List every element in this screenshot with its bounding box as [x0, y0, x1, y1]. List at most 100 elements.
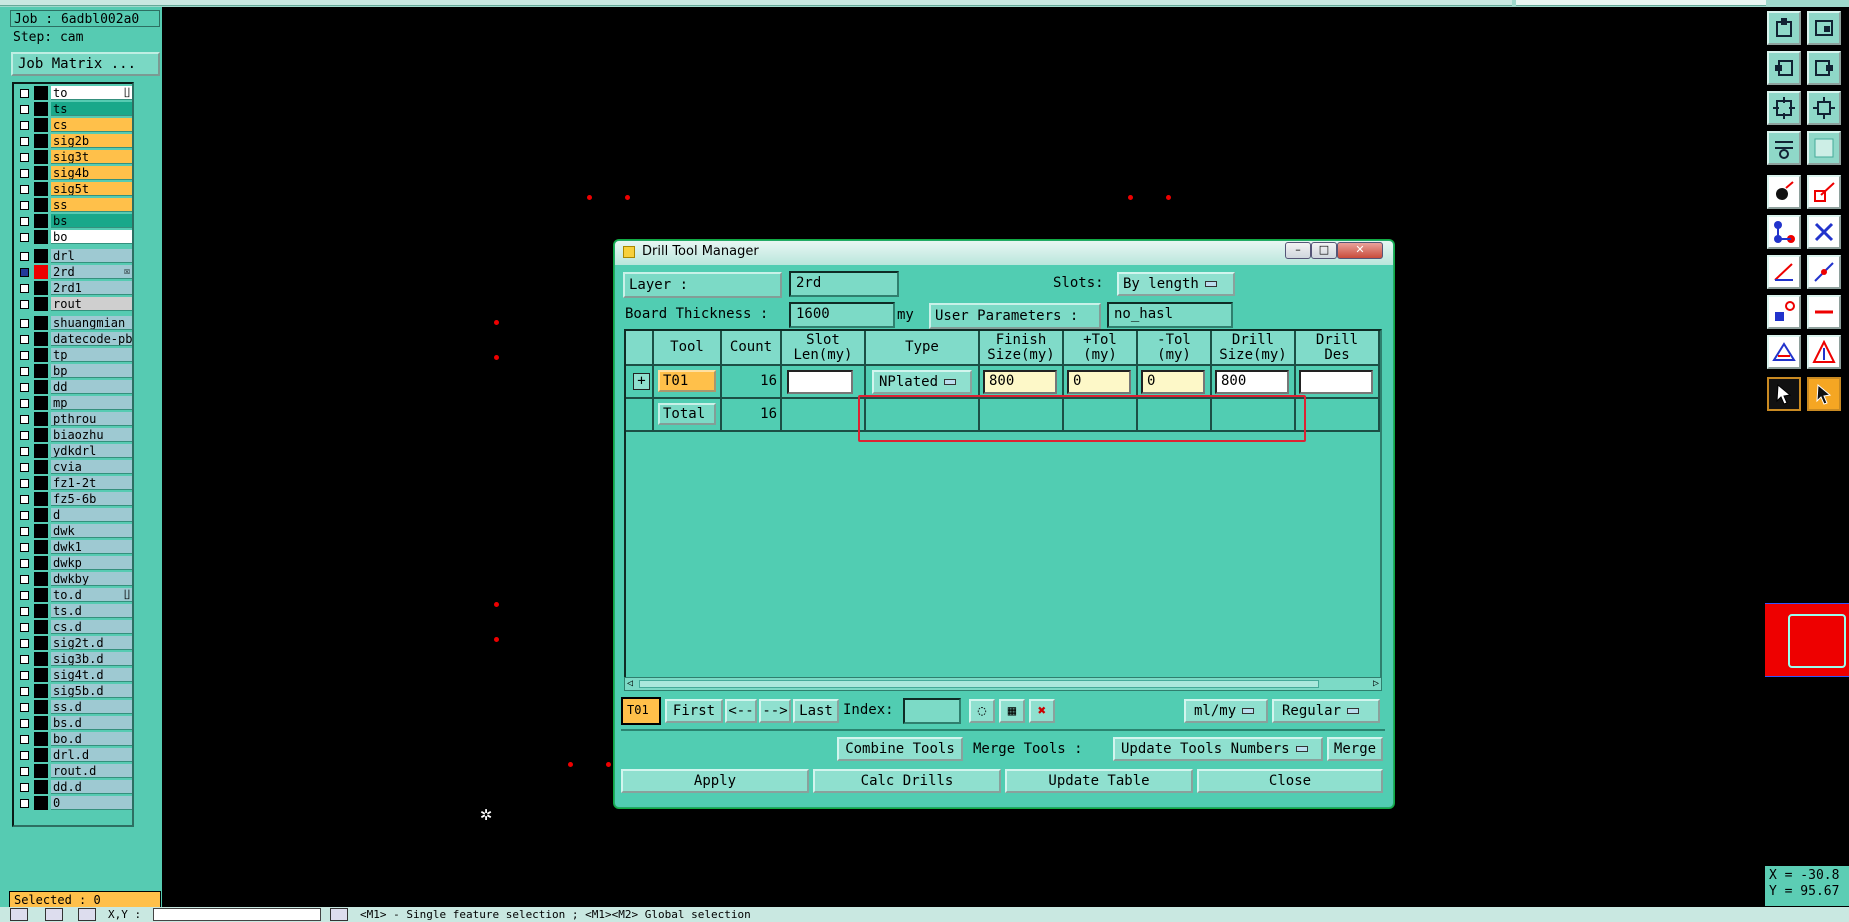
layer-checkbox[interactable] — [20, 511, 29, 520]
layer-name[interactable]: cs.d — [51, 620, 132, 634]
select-pointer-icon[interactable] — [1807, 377, 1841, 411]
layer-checkbox[interactable] — [20, 479, 29, 488]
layer-row[interactable]: to ∐ — [16, 86, 132, 100]
measure-icon[interactable] — [1767, 131, 1801, 165]
close-button[interactable]: Close — [1197, 769, 1383, 793]
last-button[interactable]: Last — [793, 699, 839, 723]
layer-name[interactable]: dwk — [51, 524, 132, 538]
layer-name[interactable]: sig3b.d — [51, 652, 132, 666]
layer-name[interactable]: sig4b — [51, 166, 132, 180]
layer-name[interactable]: sig3t — [51, 150, 132, 164]
top-scrollbar[interactable] — [0, 0, 1512, 6]
layer-checkbox[interactable] — [20, 591, 29, 600]
layer-name[interactable]: cvia — [51, 460, 132, 474]
layer-name[interactable]: ydkdrl — [51, 444, 132, 458]
layer-checkbox[interactable] — [20, 217, 29, 226]
layer-row[interactable]: sig5b.d — [16, 684, 132, 698]
lock-icon[interactable] — [330, 908, 348, 921]
drill-des-input[interactable] — [1299, 370, 1373, 394]
layer-checkbox[interactable] — [20, 431, 29, 440]
layer-row[interactable]: bo.d — [16, 732, 132, 746]
layer-checkbox[interactable] — [20, 105, 29, 114]
layer-row[interactable]: fz5-6b — [16, 492, 132, 506]
layer-row[interactable]: sig3b.d — [16, 652, 132, 666]
layer-row[interactable]: pthrou — [16, 412, 132, 426]
layer-checkbox[interactable] — [20, 575, 29, 584]
grid-snap-icon[interactable] — [78, 908, 96, 921]
units-dropdown[interactable]: ml/my — [1184, 699, 1268, 723]
layer-name[interactable]: fz1-2t — [51, 476, 132, 490]
layer-row[interactable]: sig2t.d — [16, 636, 132, 650]
layer-name[interactable]: bs — [51, 214, 132, 228]
layer-row[interactable]: 2rd1 — [16, 281, 132, 295]
layer-row[interactable]: bs — [16, 214, 132, 228]
layer-checkbox[interactable] — [20, 137, 29, 146]
layer-row[interactable]: 0 — [16, 796, 132, 810]
grid-icon[interactable] — [1807, 131, 1841, 165]
table-icon[interactable]: ▦ — [999, 699, 1025, 723]
layer-checkbox[interactable] — [20, 655, 29, 664]
layer-row[interactable]: dd.d — [16, 780, 132, 794]
zoom-page-icon[interactable] — [1807, 11, 1841, 45]
snap-icon[interactable] — [10, 908, 28, 921]
layer-row[interactable]: dwk — [16, 524, 132, 538]
drill-size-input[interactable]: 800 — [1215, 370, 1289, 394]
layer-name[interactable]: rout.d — [51, 764, 132, 778]
slot-len-input[interactable] — [787, 370, 853, 394]
layer-name[interactable]: datecode-pbe — [51, 332, 132, 346]
layer-row[interactable]: biaozhu — [16, 428, 132, 442]
layer-row[interactable]: mp — [16, 396, 132, 410]
first-button[interactable]: First — [665, 699, 723, 723]
layer-row[interactable]: drl.d — [16, 748, 132, 762]
pad-select-icon[interactable] — [1767, 175, 1801, 209]
layer-row[interactable]: sig4t.d — [16, 668, 132, 682]
layer-name[interactable]: ss — [51, 198, 132, 212]
index-field[interactable] — [903, 698, 961, 724]
layer-checkbox[interactable] — [20, 495, 29, 504]
layer-checkbox[interactable] — [20, 319, 29, 328]
angle-line-icon[interactable] — [1767, 255, 1801, 289]
layer-checkbox[interactable] — [20, 559, 29, 568]
layer-name[interactable]: sig4t.d — [51, 668, 132, 682]
layer-row[interactable]: ss — [16, 198, 132, 212]
layer-name[interactable]: 2rd1 — [51, 281, 132, 295]
layer-row[interactable]: cvia — [16, 460, 132, 474]
layer-row[interactable]: fz1-2t — [16, 476, 132, 490]
layer-row[interactable]: sig5t — [16, 182, 132, 196]
layer-row[interactable]: sig2b — [16, 134, 132, 148]
layer-name[interactable]: bo — [51, 230, 132, 244]
type-dropdown[interactable]: NPlated — [872, 370, 972, 394]
layer-checkbox[interactable] — [20, 335, 29, 344]
layer-name[interactable]: to — [51, 86, 132, 100]
layer-row[interactable]: bo — [16, 230, 132, 244]
pointer-icon[interactable] — [1767, 377, 1801, 411]
slots-dropdown[interactable]: By length — [1117, 272, 1235, 296]
layer-name[interactable]: sig5b.d — [51, 684, 132, 698]
pan-left-icon[interactable] — [1767, 51, 1801, 85]
layer-checkbox[interactable] — [20, 543, 29, 552]
layer-row[interactable]: sig3t — [16, 150, 132, 164]
layer-name[interactable]: cs — [51, 118, 132, 132]
layer-row[interactable]: ts — [16, 102, 132, 116]
layer-name[interactable]: to.d — [51, 588, 132, 602]
scroll-thumb[interactable] — [639, 680, 1319, 688]
layer-checkbox[interactable] — [20, 799, 29, 808]
job-matrix-button[interactable]: Job Matrix ... — [11, 52, 160, 76]
layer-checkbox[interactable] — [20, 367, 29, 376]
layer-row[interactable]: sig4b — [16, 166, 132, 180]
layer-checkbox[interactable] — [20, 351, 29, 360]
bulb-icon[interactable]: ◌ — [969, 699, 995, 723]
next-button[interactable]: --> — [759, 699, 791, 723]
layer-name[interactable]: sig5t — [51, 182, 132, 196]
layer-field[interactable]: 2rd — [789, 271, 899, 297]
plus-tol-input[interactable]: 0 — [1067, 370, 1131, 394]
layer-checkbox[interactable] — [20, 300, 29, 309]
layer-name[interactable]: dwk1 — [51, 540, 132, 554]
layer-row[interactable]: to.d ∐ — [16, 588, 132, 602]
tool-t01-button[interactable]: T01 — [658, 370, 716, 392]
merge-mode-dropdown[interactable]: Update Tools Numbers — [1113, 737, 1323, 761]
layer-checkbox[interactable] — [20, 527, 29, 536]
pad-snap-icon[interactable] — [1767, 295, 1801, 329]
layer-checkbox[interactable] — [20, 383, 29, 392]
pan-right-icon[interactable] — [1807, 51, 1841, 85]
